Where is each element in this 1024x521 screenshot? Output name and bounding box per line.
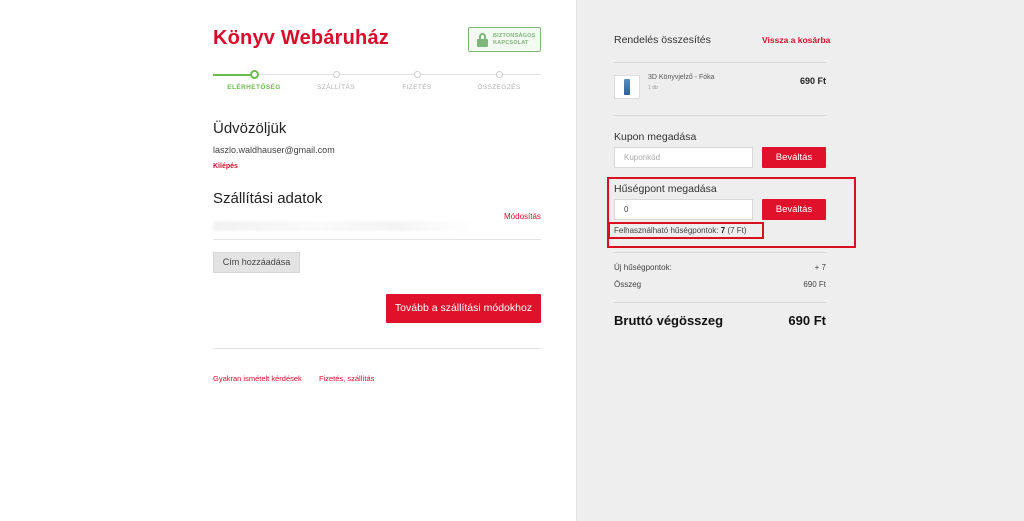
new-points-label: Új hűségpontok: bbox=[614, 263, 672, 272]
back-to-cart-link[interactable]: Vissza a kosárba bbox=[762, 35, 830, 45]
new-points-value: + 7 bbox=[814, 263, 826, 272]
welcome-title: Üdvözöljük bbox=[213, 120, 287, 137]
continue-to-shipping-button[interactable]: Tovább a szállítási módokhoz bbox=[386, 294, 541, 323]
checkout-form-panel: Könyv Webáruház BIZTONSÁGOS KAPCSOLAT EL… bbox=[0, 0, 576, 521]
product-thumbnail[interactable] bbox=[614, 75, 640, 99]
coupon-title: Kupon megadása bbox=[614, 131, 697, 143]
order-summary-title: Rendelés összesítés bbox=[614, 34, 711, 46]
divider bbox=[614, 62, 826, 63]
divider bbox=[614, 115, 826, 116]
divider bbox=[213, 239, 541, 240]
sum-value: 690 Ft bbox=[803, 280, 826, 289]
gross-total-value: 690 Ft bbox=[788, 313, 826, 328]
shop-logo[interactable]: Könyv Webáruház bbox=[213, 27, 389, 50]
sum-label: Összeg bbox=[614, 280, 642, 289]
divider bbox=[614, 302, 826, 303]
step-label-payment: FIZETÉS bbox=[402, 84, 432, 91]
step-dot-summary bbox=[496, 71, 503, 78]
step-dot-contact bbox=[250, 70, 259, 79]
logout-link[interactable]: Kilépés bbox=[213, 163, 238, 170]
modify-address-link[interactable]: Módosítás bbox=[504, 212, 541, 221]
add-address-button[interactable]: Cím hozzáadása bbox=[213, 252, 300, 273]
product-price: 690 Ft bbox=[799, 76, 826, 86]
user-email: laszlo.waldhauser@gmail.com bbox=[213, 145, 335, 155]
lock-icon bbox=[477, 33, 488, 47]
blurred-address bbox=[213, 221, 473, 231]
redeem-coupon-button[interactable]: Beváltás bbox=[762, 147, 826, 168]
usable-points-highlight-box bbox=[608, 222, 764, 239]
secure-connection-badge: BIZTONSÁGOS KAPCSOLAT bbox=[468, 27, 541, 52]
product-name: 3D Könyvjelző - Fóka bbox=[648, 74, 715, 81]
shipping-data-title: Szállítási adatok bbox=[213, 190, 323, 207]
step-label-shipping: SZÁLLÍTÁS bbox=[317, 84, 355, 91]
product-quantity: 1 db bbox=[648, 85, 658, 91]
payment-shipping-link[interactable]: Fizetés, szállítás bbox=[319, 374, 374, 383]
faq-link[interactable]: Gyakran ismételt kérdések bbox=[213, 374, 302, 383]
secure-badge-text: BIZTONSÁGOS KAPCSOLAT bbox=[493, 33, 536, 46]
checkout-progress-track bbox=[213, 73, 541, 76]
step-label-contact: ELÉRHETŐSÉG bbox=[227, 84, 281, 91]
step-label-summary: ÖSSZEGZÉS bbox=[477, 84, 521, 91]
step-dot-shipping bbox=[333, 71, 340, 78]
gross-total-label: Bruttó végösszeg bbox=[614, 313, 724, 328]
divider bbox=[213, 348, 541, 349]
divider bbox=[614, 252, 826, 253]
step-dot-payment bbox=[414, 71, 421, 78]
coupon-code-input[interactable]: Kuponkód bbox=[614, 147, 753, 168]
